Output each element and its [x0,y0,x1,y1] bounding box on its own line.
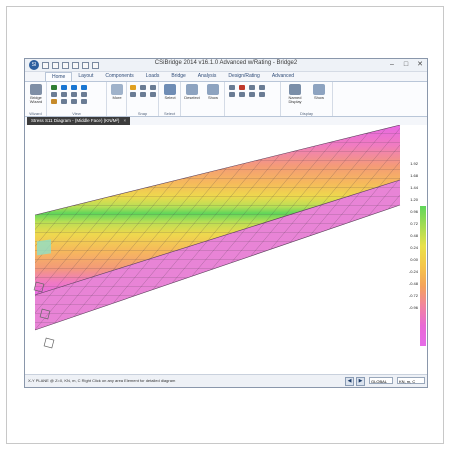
status-bar: X-Y PLANE @ Z=0, KN, m, C Right Click on… [25,374,427,387]
maximize-button[interactable]: □ [401,60,411,69]
restore-view-icon[interactable] [61,99,67,104]
more-icon [111,84,123,95]
legend-value: 1.44 [410,185,418,190]
previous-arrow-icon[interactable]: ◀ [345,377,354,386]
zoom-out-icon[interactable] [61,92,67,97]
view-nav: ◀ ▶ [345,377,365,386]
named-display-icon [289,84,301,95]
legend-value: -0.96 [408,305,418,310]
tab-bridge[interactable]: Bridge [165,72,191,81]
window-title: CSiBridge 2014 v16.1.0 Advanced w/Rating… [154,60,298,66]
display-table-icon[interactable] [259,92,265,97]
ribbon-group-snap: Snap [127,82,159,116]
snap-perp-icon[interactable] [150,92,156,97]
tab-advanced[interactable]: Advanced [266,72,300,81]
legend-value: 0.00 [410,257,418,262]
ribbon: Bridge Wizard Wizard View More Snap Sele… [25,81,427,117]
app-window: SI CSiBridge 2014 v16.1.0 Advanced w/Rat… [24,58,428,388]
tab-layout[interactable]: Layout [72,72,99,81]
support-marker [43,337,55,349]
pan-icon[interactable] [71,92,77,97]
display-loads-icon[interactable] [239,85,245,90]
display-influence-icon[interactable] [239,92,245,97]
deselect-icon [186,84,198,95]
legend-value: 0.48 [410,233,418,238]
close-button[interactable]: ✕ [415,60,425,69]
show-selected-button[interactable]: Show [205,84,221,100]
refresh-icon[interactable] [51,99,57,104]
tab-design-rating[interactable]: Design/Rating [222,72,265,81]
snap-point-icon[interactable] [130,85,136,90]
display-response-icon[interactable] [249,92,255,97]
view-tools [51,85,90,104]
model-viewport[interactable]: 1.92 1.68 1.44 1.20 0.96 0.72 0.48 0.24 … [25,125,427,375]
view-3d-icon[interactable] [51,85,57,90]
units-select[interactable]: KN, m, C [397,377,425,384]
legend-value: 1.68 [410,173,418,178]
window-controls: – □ ✕ [387,60,425,69]
view-xz-icon[interactable] [71,85,77,90]
ribbon-tabs: Home Layout Components Loads Bridge Anal… [25,72,427,81]
title-bar: SI CSiBridge 2014 v16.1.0 Advanced w/Rat… [25,59,427,72]
ribbon-group-deselect: Deselect Show [181,82,225,116]
legend-value: 0.96 [410,209,418,214]
bridge-wizard-button[interactable]: Bridge Wizard [28,84,44,104]
ribbon-group-view: View [47,82,107,116]
display-undeformed-icon[interactable] [229,85,235,90]
rotate-icon[interactable] [81,92,87,97]
snap-line-icon[interactable] [140,85,146,90]
stress-color-legend: 1.92 1.68 1.44 1.20 0.96 0.72 0.48 0.24 … [400,161,427,351]
show-display-icon [313,84,325,95]
minimize-button[interactable]: – [387,60,397,69]
display-deformed-icon[interactable] [249,85,255,90]
status-text: X-Y PLANE @ Z=0, KN, m, C Right Click on… [28,378,176,383]
close-tab-icon[interactable]: × [123,118,126,123]
legend-value: 0.24 [410,245,418,250]
tab-home[interactable]: Home [45,72,73,81]
legend-value: -0.24 [408,269,418,274]
bridge-deck-contour [33,125,401,349]
view-yz-icon[interactable] [81,85,87,90]
snap-tools [130,85,159,97]
select-arrow-icon [164,84,176,95]
abutment-block [37,239,51,256]
select-button[interactable]: Select [162,84,178,100]
legend-value: 1.92 [410,161,418,166]
legend-value: -0.72 [408,293,418,298]
ribbon-group-select: Select Select [159,82,181,116]
legend-color-bar [420,206,426,346]
next-arrow-icon[interactable]: ▶ [356,377,365,386]
perspective-icon[interactable] [81,99,87,104]
snap-end-icon[interactable] [130,92,136,97]
ribbon-group-more: More [107,82,127,116]
document-tab[interactable]: Stress S11 Diagram - (Middle Face) (KN/M… [27,117,131,125]
coordinate-system-select[interactable]: GLOBAL [369,377,393,384]
display-forces-icon[interactable] [259,85,265,90]
bridge-wizard-icon [30,84,42,95]
tab-components[interactable]: Components [99,72,139,81]
extrude-icon[interactable] [71,99,77,104]
more-view-button[interactable]: More [109,84,125,100]
zoom-in-icon[interactable] [51,92,57,97]
ribbon-group-display-tools [225,82,281,116]
deselect-button[interactable]: Deselect [184,84,200,100]
display-tools [229,85,268,97]
ribbon-group-wizard: Bridge Wizard Wizard [25,82,47,116]
display-stress-icon[interactable] [229,92,235,97]
tab-loads[interactable]: Loads [140,72,166,81]
show-display-button[interactable]: Show [311,84,327,100]
show-icon [207,84,219,95]
legend-value: 0.72 [410,221,418,226]
view-xy-icon[interactable] [61,85,67,90]
legend-value: 1.20 [410,197,418,202]
document-tab-label: Stress S11 Diagram - (Middle Face) (KN/M… [31,118,120,123]
legend-value: -0.48 [408,281,418,286]
named-display-button[interactable]: Named Display [285,84,305,104]
snap-mid-icon[interactable] [150,85,156,90]
ribbon-group-display: Named Display Show Display [281,82,333,116]
tab-analysis[interactable]: Analysis [192,72,223,81]
snap-grid-icon[interactable] [140,92,146,97]
